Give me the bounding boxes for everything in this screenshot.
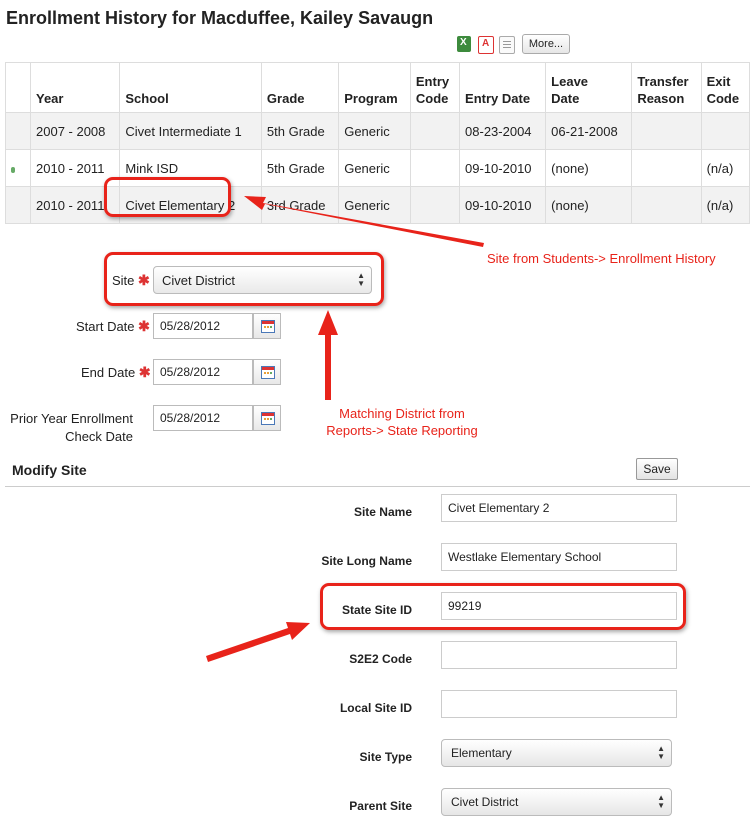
annotation-arrows bbox=[206, 196, 484, 662]
arrow-to-school bbox=[244, 196, 484, 247]
arrow-to-site bbox=[318, 310, 338, 400]
arrow-to-state-site-id bbox=[206, 622, 310, 662]
